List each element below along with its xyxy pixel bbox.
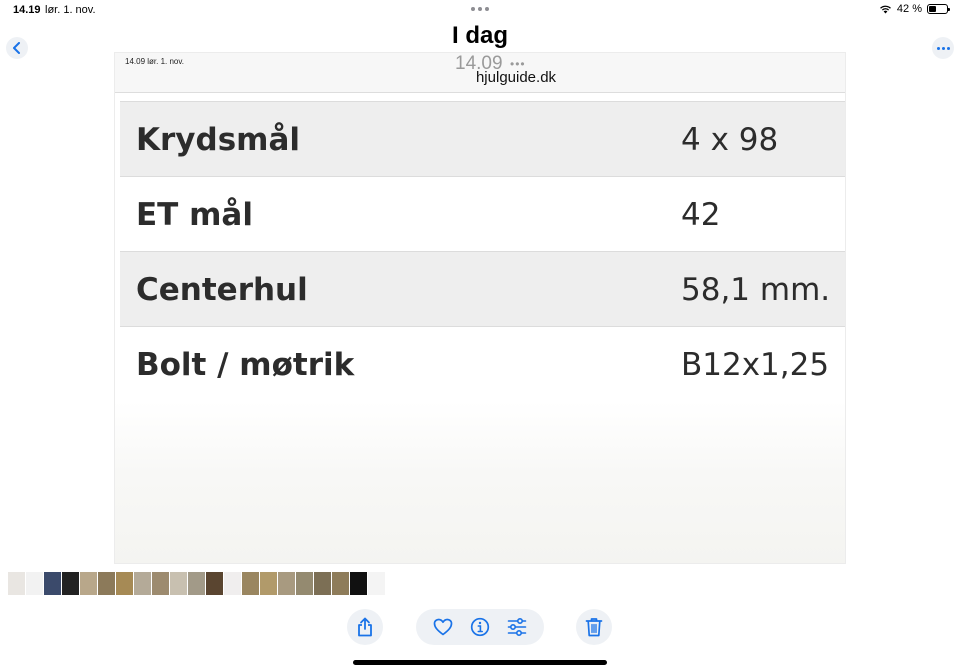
sliders-icon [508, 618, 527, 636]
filmstrip-thumbnail[interactable] [80, 572, 97, 595]
filmstrip-thumbnail[interactable] [242, 572, 259, 595]
status-date: lør. 1. nov. [45, 4, 96, 16]
filmstrip[interactable] [8, 572, 385, 595]
multitasking-dots-icon[interactable] [470, 2, 490, 16]
photo-url: hjulguide.dk [475, 69, 557, 86]
filmstrip-thumbnail[interactable] [350, 572, 367, 595]
favorite-button[interactable] [431, 615, 455, 639]
filmstrip-thumbnail[interactable] [260, 572, 277, 595]
spec-label: Centerhul [136, 272, 308, 308]
page-title: I dag [451, 22, 508, 49]
table-row: Centerhul 58,1 mm. [120, 251, 845, 326]
filmstrip-thumbnail[interactable] [206, 572, 223, 595]
info-button[interactable] [468, 615, 492, 639]
trash-icon [585, 618, 603, 637]
spec-value: 42 [681, 197, 721, 233]
wifi-icon [880, 5, 891, 14]
filmstrip-thumbnail[interactable] [314, 572, 331, 595]
photo-action-group [416, 609, 544, 645]
table-row: Bolt / møtrik B12x1,25 [120, 326, 845, 401]
battery-percent: 42 % [896, 3, 922, 15]
spec-label: Bolt / møtrik [136, 347, 355, 383]
home-indicator[interactable] [353, 660, 607, 665]
filmstrip-thumbnail[interactable] [278, 572, 295, 595]
photo-viewer[interactable]: 14.09 lør. 1. nov. 14.09 ••• hjulguide.d… [114, 52, 846, 564]
filmstrip-thumbnail[interactable] [368, 572, 385, 595]
status-time: 14.19 [13, 4, 41, 16]
heart-icon [433, 618, 453, 636]
filmstrip-thumbnail[interactable] [134, 572, 151, 595]
table-row: Krydsmål 4 x 98 [120, 101, 845, 176]
photo-status-time: 14.09 lør. 1. nov. [125, 57, 184, 66]
spec-value: 58,1 mm. [681, 272, 831, 308]
filmstrip-thumbnail[interactable] [332, 572, 349, 595]
table-row: ET mål 42 [120, 176, 845, 251]
share-icon [358, 617, 372, 637]
filmstrip-thumbnail[interactable] [62, 572, 79, 595]
spec-table: Krydsmål 4 x 98 ET mål 42 Centerhul 58,1… [120, 101, 845, 401]
delete-button[interactable] [576, 609, 612, 645]
filmstrip-thumbnail[interactable] [116, 572, 133, 595]
filmstrip-thumbnail[interactable] [8, 572, 25, 595]
filmstrip-thumbnail[interactable] [296, 572, 313, 595]
filmstrip-thumbnail[interactable] [152, 572, 169, 595]
status-indicators: 42 % [879, 3, 950, 15]
spec-label: Krydsmål [136, 122, 301, 158]
filmstrip-thumbnail[interactable] [188, 572, 205, 595]
edit-button[interactable] [505, 615, 529, 639]
share-button[interactable] [347, 609, 383, 645]
filmstrip-thumbnail[interactable] [44, 572, 61, 595]
battery-icon [927, 4, 950, 14]
spec-value: 4 x 98 [681, 122, 779, 158]
filmstrip-thumbnail[interactable] [170, 572, 187, 595]
spec-value: B12x1,25 [681, 347, 830, 383]
spec-label: ET mål [136, 197, 253, 233]
status-bar: 14.19 lør. 1. nov. 42 % [0, 0, 960, 20]
info-icon [470, 617, 490, 637]
filmstrip-thumbnail[interactable] [98, 572, 115, 595]
filmstrip-thumbnail[interactable] [26, 572, 43, 595]
more-options-button[interactable] [932, 37, 954, 59]
filmstrip-thumbnail[interactable] [224, 572, 241, 595]
photo-background [115, 401, 845, 563]
photo-browser-bar: 14.09 lør. 1. nov. 14.09 ••• hjulguide.d… [115, 53, 845, 93]
